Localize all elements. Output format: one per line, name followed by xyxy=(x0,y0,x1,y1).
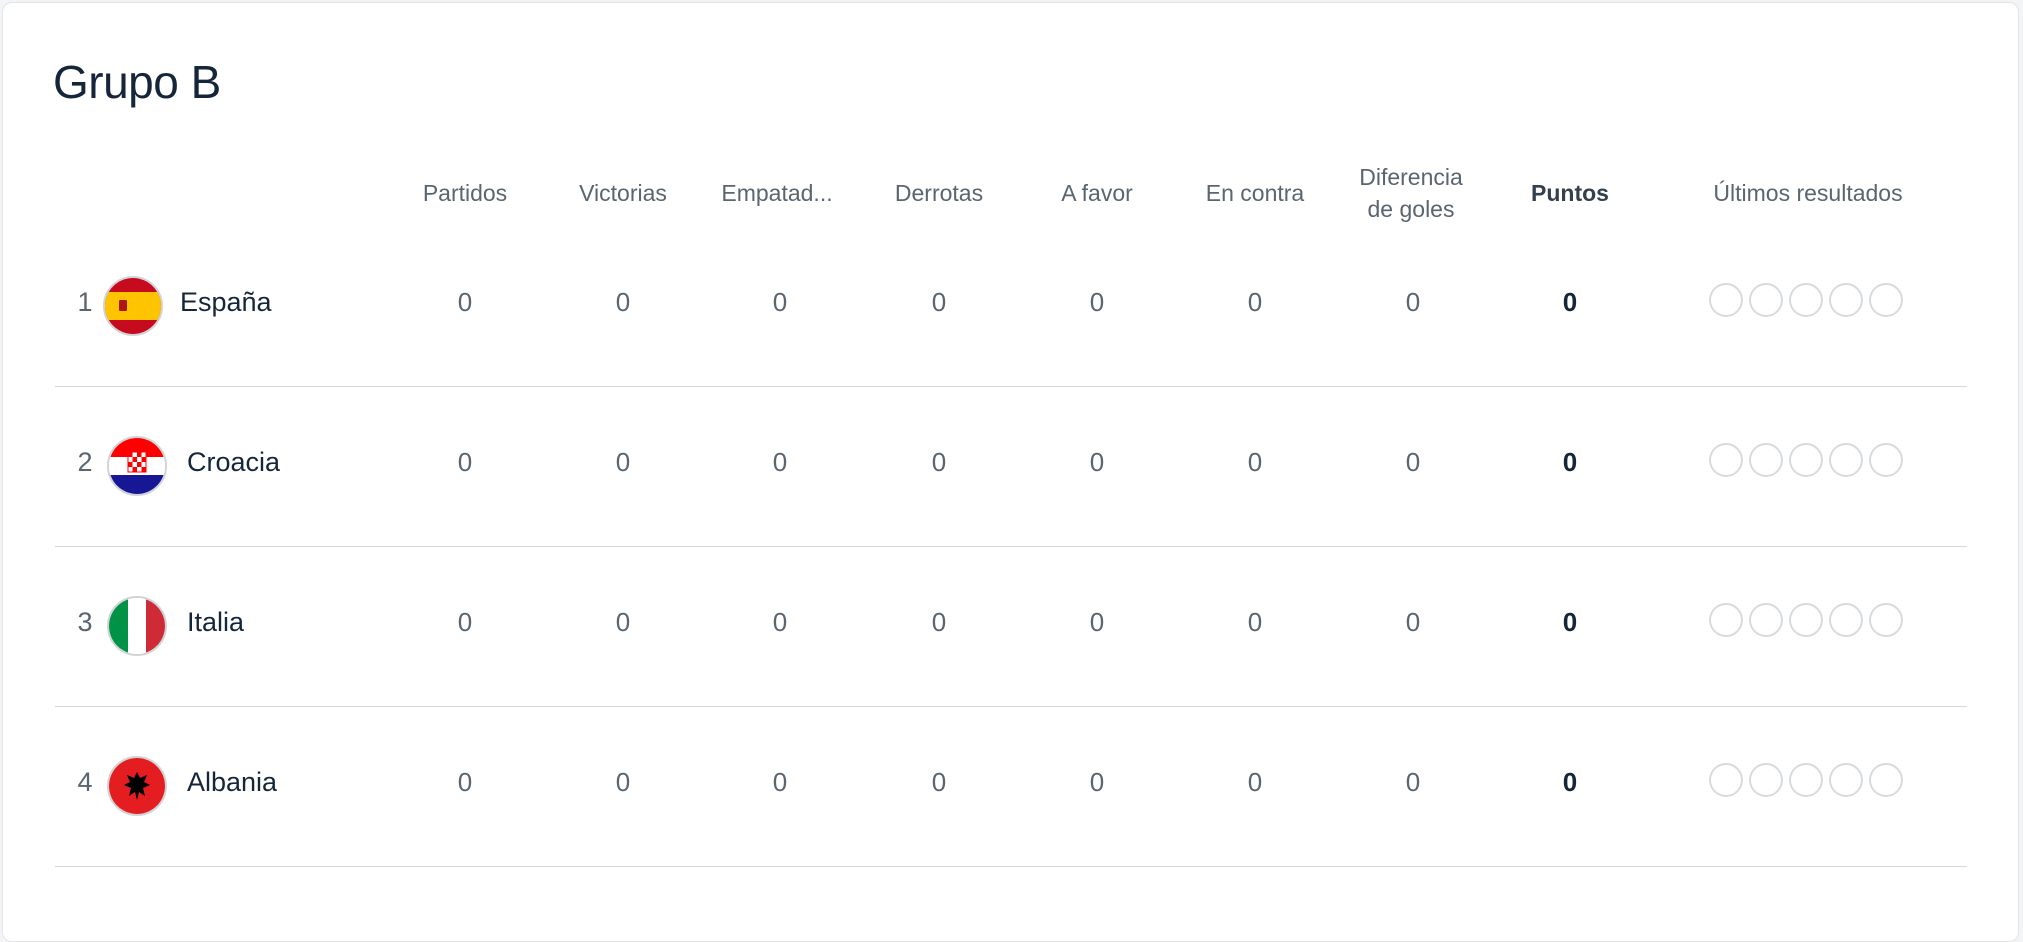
team-name[interactable]: Italia xyxy=(187,607,244,638)
result-placeholder xyxy=(1789,603,1823,637)
col-header-drawn: Empatad... xyxy=(721,180,833,206)
albania-flag-icon xyxy=(107,756,167,816)
stat-drawn: 0 xyxy=(772,767,788,797)
result-placeholder xyxy=(1749,283,1783,317)
table-row[interactable]: 4 Albania 0 0 0 0 0 0 0 0 xyxy=(55,707,1967,867)
col-header-goal-diff-line2: de goles xyxy=(1367,196,1455,222)
col-header-form: Últimos resultados xyxy=(1713,180,1903,206)
stat-goals-against: 0 xyxy=(1247,287,1263,317)
result-placeholder xyxy=(1749,603,1783,637)
col-header-won: Victorias xyxy=(579,180,667,206)
stat-goals-for: 0 xyxy=(1089,447,1105,477)
stat-won: 0 xyxy=(615,287,631,317)
stat-lost: 0 xyxy=(931,447,947,477)
col-header-goal-diff-line1: Diferencia xyxy=(1359,164,1463,190)
result-placeholder xyxy=(1749,763,1783,797)
result-placeholder xyxy=(1829,283,1863,317)
result-placeholder xyxy=(1829,443,1863,477)
recent-results xyxy=(1709,763,1909,797)
col-header-points: Puntos xyxy=(1531,180,1609,206)
table-row[interactable]: 2 Croacia 0 0 0 0 0 0 0 0 xyxy=(55,387,1967,547)
table-row[interactable]: 3 Italia 0 0 0 0 0 0 0 0 xyxy=(55,547,1967,707)
stat-goals-for: 0 xyxy=(1089,607,1105,637)
stat-goals-against: 0 xyxy=(1247,767,1263,797)
stat-lost: 0 xyxy=(931,607,947,637)
stat-played: 0 xyxy=(457,767,473,797)
group-title: Grupo B xyxy=(53,56,221,108)
col-header-goals-for: A favor xyxy=(1061,180,1133,206)
stat-goal-diff: 0 xyxy=(1405,287,1421,317)
result-placeholder xyxy=(1869,443,1903,477)
result-placeholder xyxy=(1709,283,1743,317)
recent-results xyxy=(1709,603,1909,637)
result-placeholder xyxy=(1869,283,1903,317)
recent-results xyxy=(1709,283,1909,317)
stat-won: 0 xyxy=(615,447,631,477)
result-placeholder xyxy=(1869,763,1903,797)
team-rank: 4 xyxy=(77,767,93,797)
stat-won: 0 xyxy=(615,607,631,637)
stat-points: 0 xyxy=(1562,767,1578,797)
stat-won: 0 xyxy=(615,767,631,797)
stat-played: 0 xyxy=(457,607,473,637)
result-placeholder xyxy=(1829,763,1863,797)
col-header-goal-diff: Diferencia de goles xyxy=(1351,161,1471,225)
team-name[interactable]: España xyxy=(180,287,272,318)
stat-goals-against: 0 xyxy=(1247,607,1263,637)
result-placeholder xyxy=(1789,283,1823,317)
stat-played: 0 xyxy=(457,447,473,477)
stat-points: 0 xyxy=(1562,607,1578,637)
result-placeholder xyxy=(1709,763,1743,797)
stat-goal-diff: 0 xyxy=(1405,447,1421,477)
stat-goals-for: 0 xyxy=(1089,287,1105,317)
team-name[interactable]: Albania xyxy=(187,767,277,798)
stat-points: 0 xyxy=(1562,447,1578,477)
italy-flag-icon xyxy=(107,596,167,656)
stat-goals-against: 0 xyxy=(1247,447,1263,477)
group-standings-card: Grupo B Partidos Victorias Empatad... De… xyxy=(2,2,2019,942)
team-rank: 2 xyxy=(77,447,93,477)
recent-results xyxy=(1709,443,1909,477)
result-placeholder xyxy=(1709,603,1743,637)
col-header-played: Partidos xyxy=(422,180,508,206)
stat-points: 0 xyxy=(1562,287,1578,317)
result-placeholder xyxy=(1869,603,1903,637)
stat-goal-diff: 0 xyxy=(1405,767,1421,797)
result-placeholder xyxy=(1789,763,1823,797)
stat-played: 0 xyxy=(457,287,473,317)
stat-goal-diff: 0 xyxy=(1405,607,1421,637)
stat-drawn: 0 xyxy=(772,447,788,477)
team-rank: 3 xyxy=(77,607,93,637)
col-header-lost: Derrotas xyxy=(894,180,984,206)
stat-drawn: 0 xyxy=(772,287,788,317)
croatia-flag-icon xyxy=(107,436,167,496)
col-header-goals-against: En contra xyxy=(1205,180,1305,206)
stat-lost: 0 xyxy=(931,767,947,797)
stat-goals-for: 0 xyxy=(1089,767,1105,797)
team-name[interactable]: Croacia xyxy=(187,447,280,478)
stat-lost: 0 xyxy=(931,287,947,317)
result-placeholder xyxy=(1789,443,1823,477)
table-row[interactable]: 1 España 0 0 0 0 0 0 0 0 xyxy=(55,227,1967,387)
result-placeholder xyxy=(1709,443,1743,477)
stat-drawn: 0 xyxy=(772,607,788,637)
spain-flag-icon xyxy=(103,276,163,336)
result-placeholder xyxy=(1829,603,1863,637)
result-placeholder xyxy=(1749,443,1783,477)
team-rank: 1 xyxy=(77,287,93,317)
